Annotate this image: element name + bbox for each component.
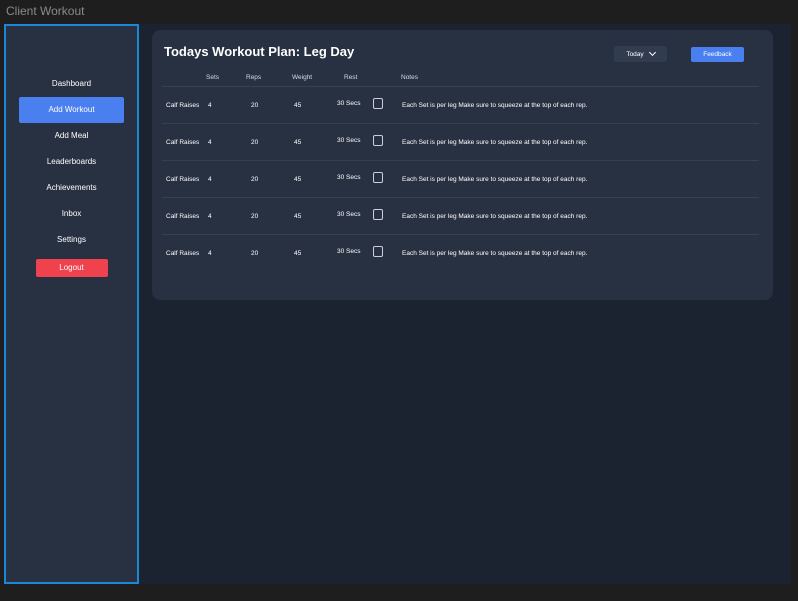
- window-title: Client Workout: [6, 4, 85, 18]
- column-header-sets: Sets: [206, 74, 220, 81]
- page-title: Todays Workout Plan: Leg Day: [164, 44, 355, 59]
- sidebar-item-inbox[interactable]: Inbox: [19, 201, 124, 227]
- exercise-name: Calf Raises: [166, 250, 200, 257]
- app-window: Dashboard Add Workout Add Meal Leaderboa…: [4, 24, 791, 584]
- column-header-notes: Notes: [401, 74, 418, 81]
- rest-value: 30 Secs: [337, 211, 361, 218]
- rest-value: 30 Secs: [337, 174, 361, 181]
- rest-value: 30 Secs: [337, 100, 361, 107]
- exercise-name: Calf Raises: [166, 139, 200, 146]
- completed-checkbox[interactable]: [373, 246, 383, 257]
- table-row: Calf Raises 4 20 45 30 Secs Each Set is …: [162, 160, 759, 197]
- completed-checkbox[interactable]: [373, 98, 383, 109]
- sidebar-item-leaderboards[interactable]: Leaderboards: [19, 149, 124, 175]
- table-row: Calf Raises 4 20 45 30 Secs Each Set is …: [162, 86, 759, 123]
- sidebar-item-settings[interactable]: Settings: [19, 227, 124, 253]
- notes-value: Each Set is per leg Make sure to squeeze…: [402, 250, 588, 257]
- rest-value: 30 Secs: [337, 248, 361, 255]
- reps-value: 20: [251, 213, 259, 220]
- weight-value: 45: [294, 176, 302, 183]
- notes-value: Each Set is per leg Make sure to squeeze…: [402, 102, 588, 109]
- weight-value: 45: [294, 102, 302, 109]
- column-header-rest: Rest: [344, 74, 358, 81]
- reps-value: 20: [251, 139, 259, 146]
- logout-button[interactable]: Logout: [35, 259, 108, 277]
- sidebar: Dashboard Add Workout Add Meal Leaderboa…: [4, 24, 139, 584]
- column-header-weight: Weight: [292, 74, 313, 81]
- sidebar-item-add-meal[interactable]: Add Meal: [19, 123, 124, 149]
- completed-checkbox[interactable]: [373, 135, 383, 146]
- sidebar-item-achievements[interactable]: Achievements: [19, 175, 124, 201]
- exercise-name: Calf Raises: [166, 102, 200, 109]
- sets-value: 4: [208, 213, 212, 220]
- exercise-name: Calf Raises: [166, 213, 200, 220]
- weight-value: 45: [294, 139, 302, 146]
- sets-value: 4: [208, 250, 212, 257]
- exercise-name: Calf Raises: [166, 176, 200, 183]
- sets-value: 4: [208, 139, 212, 146]
- weight-value: 45: [294, 250, 302, 257]
- workout-table: Sets Reps Weight Rest Notes Calf Raises …: [162, 74, 759, 271]
- workout-plan-card: Todays Workout Plan: Leg Day Today Feedb…: [152, 30, 773, 300]
- completed-checkbox[interactable]: [373, 172, 383, 183]
- date-select-value: Today: [626, 50, 644, 58]
- notes-value: Each Set is per leg Make sure to squeeze…: [402, 176, 588, 183]
- reps-value: 20: [251, 176, 259, 183]
- notes-value: Each Set is per leg Make sure to squeeze…: [402, 213, 588, 220]
- weight-value: 45: [294, 213, 302, 220]
- chevron-down-icon: [648, 48, 656, 57]
- sidebar-item-dashboard[interactable]: Dashboard: [19, 71, 124, 97]
- date-select[interactable]: Today: [614, 46, 667, 62]
- sidebar-nav: Dashboard Add Workout Add Meal Leaderboa…: [6, 71, 137, 277]
- completed-checkbox[interactable]: [373, 209, 383, 220]
- reps-value: 20: [251, 102, 259, 109]
- feedback-button[interactable]: Feedback: [691, 47, 744, 62]
- reps-value: 20: [251, 250, 259, 257]
- rest-value: 30 Secs: [337, 137, 361, 144]
- sidebar-item-add-workout[interactable]: Add Workout: [19, 97, 124, 123]
- column-header-reps: Reps: [246, 74, 262, 81]
- sets-value: 4: [208, 102, 212, 109]
- sets-value: 4: [208, 176, 212, 183]
- table-header: Sets Reps Weight Rest Notes: [162, 74, 759, 86]
- table-row: Calf Raises 4 20 45 30 Secs Each Set is …: [162, 123, 759, 160]
- table-row: Calf Raises 4 20 45 30 Secs Each Set is …: [162, 197, 759, 234]
- notes-value: Each Set is per leg Make sure to squeeze…: [402, 139, 588, 146]
- table-row: Calf Raises 4 20 45 30 Secs Each Set is …: [162, 234, 759, 271]
